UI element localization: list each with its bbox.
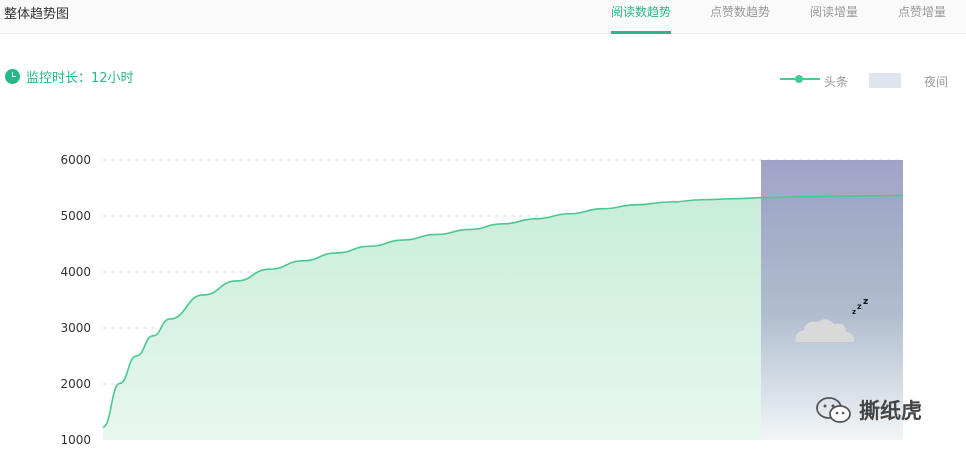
y-tick-label: 3000	[60, 321, 91, 335]
y-tick-label: 2000	[60, 377, 91, 391]
watermark-text: 撕纸虎	[859, 399, 922, 423]
y-tick-label: 5000	[60, 209, 91, 223]
y-tick-label: 6000	[60, 153, 91, 167]
reading-trend-chart: 6000 5000 4000 3000 2000 1000 z z z	[60, 153, 904, 447]
svg-text:z: z	[852, 308, 856, 316]
watermark: 撕纸虎	[815, 395, 922, 425]
svg-text:z: z	[857, 302, 862, 311]
y-tick-label: 1000	[60, 433, 91, 447]
wechat-icon	[816, 397, 851, 423]
y-tick-label: 4000	[60, 265, 91, 279]
svg-text:z: z	[863, 297, 868, 307]
